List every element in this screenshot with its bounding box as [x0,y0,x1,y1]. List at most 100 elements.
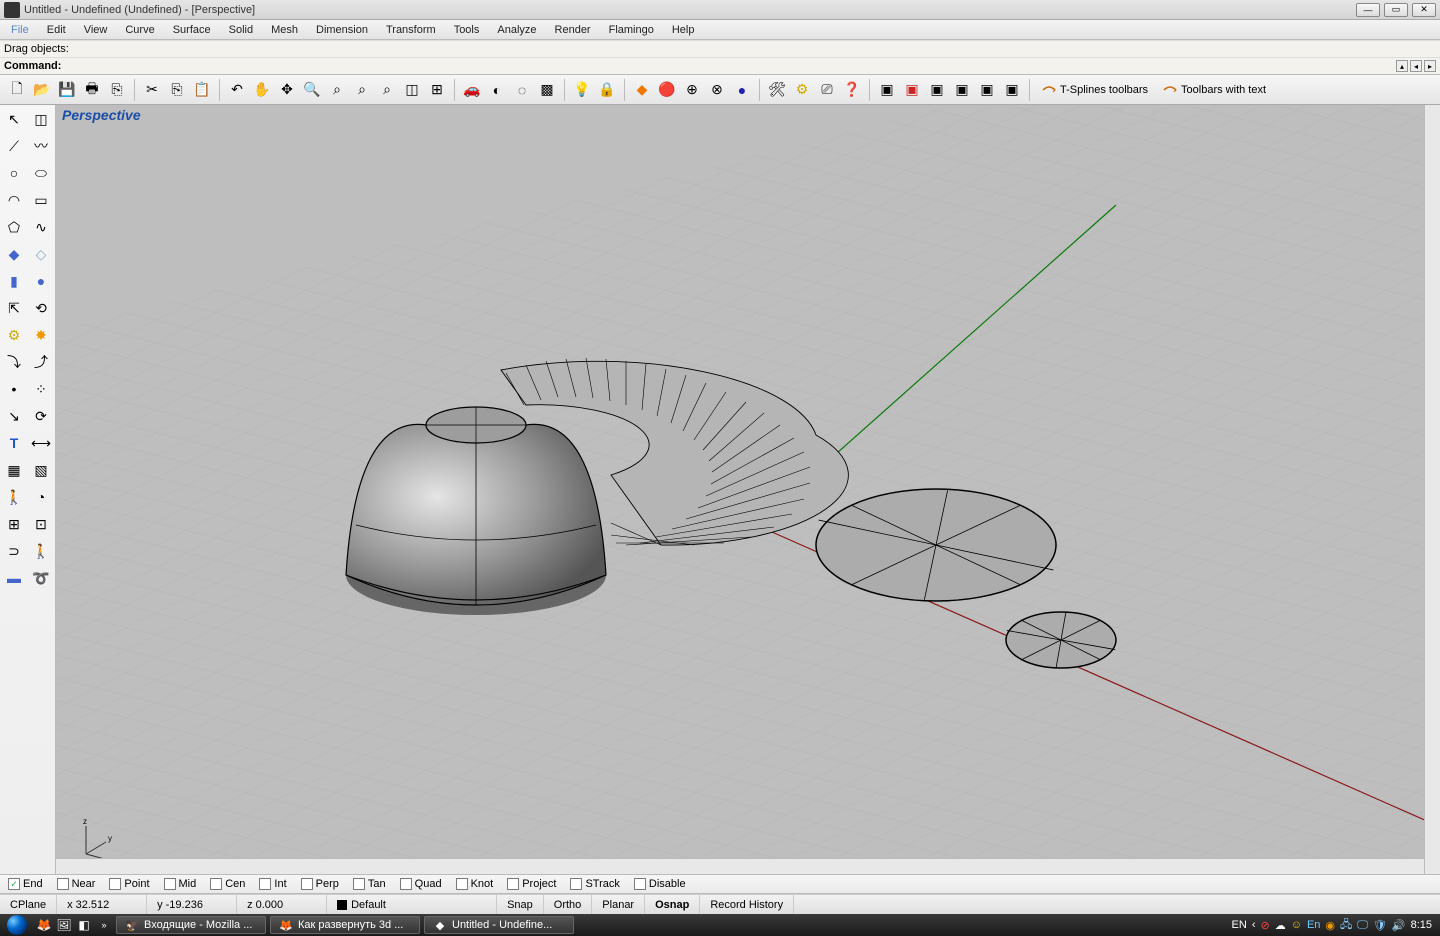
tray-cloud-icon[interactable]: ☁ [1275,919,1286,932]
status-layer[interactable]: Default [327,895,497,914]
solid-box-icon[interactable]: ▮ [2,269,26,293]
arc-icon[interactable]: ◠ [2,188,26,212]
camera-icon[interactable]: ◔ [29,485,53,509]
status-osnap[interactable]: Osnap [645,895,700,914]
ts-box2-icon[interactable]: ▣ [901,79,923,101]
lasso-icon[interactable]: ◫ [29,107,53,131]
mesh-icon[interactable]: ▧ [29,458,53,482]
import-icon[interactable]: ⎘ [106,79,128,101]
quicklaunch-expand-icon[interactable]: » [94,916,114,934]
menu-transform[interactable]: Transform [377,22,445,38]
options-icon[interactable]: 🛠 [766,79,788,101]
rotate-icon[interactable]: ⟳ [29,404,53,428]
person-icon[interactable]: 🚶 [29,539,53,563]
ts-box6-icon[interactable]: ▣ [1001,79,1023,101]
render-car-icon[interactable]: 🚗 [461,79,483,101]
command-history-line[interactable] [4,43,1436,55]
command-scroll-right[interactable]: ▸ [1424,60,1436,72]
tray-shield-icon[interactable]: 🛡 [1373,919,1387,932]
ts-box3-icon[interactable]: ▣ [926,79,948,101]
taskbar-item-firefox[interactable]: 🦊Как развернуть 3d ... [270,916,420,934]
menu-view[interactable]: View [75,22,117,38]
menu-edit[interactable]: Edit [38,22,75,38]
curve2-icon[interactable]: ∿ [29,215,53,239]
osnap-cen[interactable]: Cen [210,878,245,890]
menu-mesh[interactable]: Mesh [262,22,307,38]
array-icon[interactable]: ⊞ [2,512,26,536]
group-icon[interactable]: ⊡ [29,512,53,536]
taskbar-item-thunderbird[interactable]: 🦅Входящие - Mozilla ... [116,916,266,934]
menu-render[interactable]: Render [546,22,600,38]
taskbar-item-rhino[interactable]: ◆Untitled - Undefine... [424,916,574,934]
zoom-icon[interactable]: 🔍 [301,79,323,101]
minimize-button[interactable]: — [1356,3,1380,17]
osnap-mid[interactable]: Mid [164,878,197,890]
command-scroll-up[interactable]: ▴ [1396,60,1408,72]
undo-icon[interactable]: ↶ [226,79,248,101]
menu-surface[interactable]: Surface [164,22,220,38]
points-on-icon[interactable]: ⁘ [29,377,53,401]
command-input[interactable] [65,60,1392,72]
tray-expand-icon[interactable]: ‹ [1252,919,1256,931]
tray-monitor-icon[interactable]: 🖵 [1357,919,1368,932]
status-record-history[interactable]: Record History [700,895,794,914]
status-planar[interactable]: Planar [592,895,645,914]
polyline-icon[interactable]: ⟋ [2,134,26,158]
copy-icon[interactable]: ⎘ [166,79,188,101]
boolean-icon[interactable]: ⊃ [2,539,26,563]
tray-clock[interactable]: 8:15 [1411,919,1432,931]
extrude-icon[interactable]: ⇱ [2,296,26,320]
osnap-strack[interactable]: STrack [570,878,619,890]
tray-block-icon[interactable]: ⊘ [1261,919,1270,932]
status-snap[interactable]: Snap [497,895,544,914]
zoom-window-icon[interactable]: ⌕ [351,79,373,101]
osnap-near[interactable]: Near [57,878,96,890]
menu-tools[interactable]: Tools [445,22,489,38]
command-scroll-left[interactable]: ◂ [1410,60,1422,72]
xray-icon[interactable]: ▩ [536,79,558,101]
properties-icon[interactable]: ⚙ [791,79,813,101]
viewport-label[interactable]: Perspective [62,107,141,123]
osnap-end[interactable]: ✓End [8,878,43,890]
quicklaunch-image-icon[interactable]: 🖼 [54,916,74,934]
pointer-icon[interactable]: ↖ [2,107,26,131]
tray-lang[interactable]: EN [1232,919,1247,931]
polygon-icon[interactable]: ⬠ [2,215,26,239]
surface2-icon[interactable]: ◇ [29,242,53,266]
toolbars-with-text-link[interactable]: Toolbars with text [1157,79,1272,101]
wireframe-sphere-icon[interactable]: ⊕ [681,79,703,101]
shade-icon[interactable]: ◐ [486,79,508,101]
tsplines-toolbars-link[interactable]: T-Splines toolbars [1036,79,1154,101]
solid-sphere-icon[interactable]: ● [29,269,53,293]
save-icon[interactable]: 💾 [56,79,78,101]
gear-icon[interactable]: ⚙ [2,323,26,347]
ghosted-icon[interactable]: ◌ [511,79,533,101]
osnap-knot[interactable]: Knot [456,878,494,890]
status-cplane[interactable]: CPlane [0,895,57,914]
osnap-int[interactable]: Int [259,878,286,890]
tray-network-icon[interactable]: 🖧 [1340,916,1352,935]
viewport-scrollbar-vertical[interactable] [1424,105,1440,874]
4view-icon[interactable]: ⊞ [426,79,448,101]
set-cplane-icon[interactable]: ◫ [401,79,423,101]
menu-file[interactable]: File [2,22,38,38]
material-icon[interactable]: 🔴 [656,79,678,101]
render-sphere-icon[interactable]: ● [731,79,753,101]
curve-icon[interactable]: 〰 [29,134,53,158]
hatch-icon[interactable]: ▦ [2,458,26,482]
revolve-icon[interactable]: ⟲ [29,296,53,320]
new-icon[interactable]: 🗋 [6,79,28,101]
paste-icon[interactable]: 📋 [191,79,213,101]
zoom-extents-icon[interactable]: ⌕ [326,79,348,101]
menu-solid[interactable]: Solid [220,22,262,38]
move-icon[interactable]: ↘ [2,404,26,428]
walk-icon[interactable]: 🚶 [2,485,26,509]
quicklaunch-app-icon[interactable]: ◧ [74,916,94,934]
rotate-view-icon[interactable]: ✥ [276,79,298,101]
point-icon[interactable]: • [2,377,26,401]
help-icon[interactable]: ❓ [841,79,863,101]
osnap-tan[interactable]: Tan [353,878,386,890]
osnap-quad[interactable]: Quad [400,878,442,890]
osnap-project[interactable]: Project [507,878,556,890]
text-icon[interactable]: T [2,431,26,455]
